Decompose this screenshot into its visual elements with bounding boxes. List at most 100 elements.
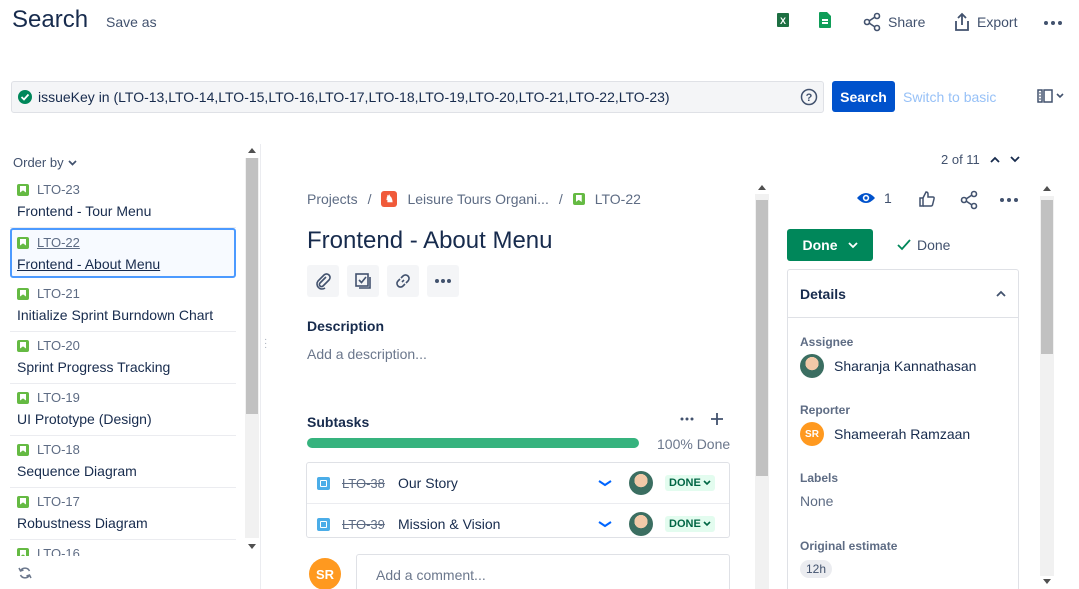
switch-to-basic-link[interactable]: Switch to basic [903,89,996,105]
list-item[interactable]: LTO-23 Frontend - Tour Menu [10,176,236,228]
layout-switcher-icon[interactable] [1037,89,1064,103]
assignee-avatar [629,471,653,495]
subtask-summary[interactable]: Mission & Vision [398,516,588,532]
issue-scrollbar[interactable] [755,182,769,589]
subtask-icon [317,476,330,490]
list-scrollbar[interactable] [245,144,259,554]
avatar [800,354,824,378]
list-item[interactable]: LTO-19 UI Prototype (Design) [10,384,236,436]
more-actions-icon[interactable] [1043,20,1063,26]
table-row[interactable]: LTO-39 Mission & Vision DONE [307,504,729,537]
reporter-field[interactable]: SR Shameerah Ramzaan [800,422,970,446]
subtask-summary[interactable]: Our Story [398,475,588,491]
chevron-up-icon[interactable] [990,156,1000,163]
subtask-key[interactable]: LTO-38 [342,476,386,491]
issue-summary: Sprint Progress Tracking [17,359,171,375]
table-row[interactable]: LTO-38 Our Story DONE [307,463,729,504]
story-icon [17,547,29,556]
status-badge[interactable]: DONE [665,516,715,532]
refresh-icon[interactable] [18,566,32,580]
more-icon[interactable] [999,197,1019,203]
order-by-dropdown[interactable]: Order by [13,155,77,170]
details-header[interactable]: Details [788,270,1018,318]
chevron-down-icon[interactable] [1010,156,1020,163]
share-icon[interactable] [959,190,979,210]
crumb-issue-key[interactable]: LTO-22 [595,191,641,207]
attach-button[interactable] [307,265,339,297]
details-scrollbar[interactable] [1040,182,1054,589]
labels-field[interactable]: None [800,493,833,509]
description-field[interactable]: Add a description... [307,346,427,362]
estimate-value: 12h [800,560,833,578]
assignee-label: Assignee [800,335,854,349]
thumbs-up-icon[interactable] [918,190,936,208]
list-item[interactable]: LTO-18 Sequence Diagram [10,436,236,488]
list-item-selected[interactable]: LTO-22 Frontend - About Menu [10,228,236,278]
progress-label: 100% Done [657,436,731,452]
search-button[interactable]: Search [832,81,895,112]
scroll-up-arrow-icon[interactable] [758,185,766,190]
svg-text:?: ? [806,92,813,104]
resize-handle-icon[interactable]: · · · [264,335,267,353]
save-as-button[interactable]: Save as [106,14,157,30]
list-item[interactable]: LTO-20 Sprint Progress Tracking [10,332,236,384]
scroll-down-arrow-icon[interactable] [1043,579,1051,584]
scroll-thumb[interactable] [1041,200,1053,354]
estimate-field[interactable]: 12h [800,560,833,578]
resolution-label: Done [917,237,951,253]
list-item[interactable]: LTO-21 Initialize Sprint Burndown Chart [10,280,236,332]
scroll-up-arrow-icon[interactable] [1043,186,1051,191]
eye-icon [856,191,876,205]
crumb-projects[interactable]: Projects [307,191,358,207]
link-icon [394,272,412,290]
assignee-avatar [629,512,653,536]
export-icon [953,12,971,32]
export-button[interactable]: Export [953,12,1017,32]
watch-button[interactable]: 1 [856,190,892,206]
story-icon [17,495,29,508]
status-badge[interactable]: DONE [665,475,715,491]
valid-query-icon [18,90,32,104]
labels-label: Labels [800,471,839,485]
checklist-icon [354,272,372,290]
google-sheets-icon[interactable] [819,12,831,28]
status-label: Done [802,237,838,253]
scroll-up-arrow-icon[interactable] [248,148,256,153]
more-icon [434,278,452,284]
project-avatar-icon: ♞ [381,191,398,207]
scroll-thumb[interactable] [756,200,768,476]
subtask-more-icon[interactable] [680,417,694,421]
share-button[interactable]: Share [862,12,925,32]
excel-icon[interactable]: X [776,12,790,28]
issue-key: LTO-17 [37,494,80,509]
help-icon[interactable]: ? [800,88,818,106]
comment-input[interactable]: Add a comment... [356,554,730,589]
share-icon [862,12,882,32]
list-item[interactable]: LTO-17 Robustness Diagram [10,488,236,540]
check-icon [897,239,911,251]
issue-key: LTO-18 [37,442,80,457]
issue-summary: Sequence Diagram [17,463,137,479]
status-dropdown[interactable]: Done [787,229,873,261]
jql-input[interactable]: issueKey in (LTO-13,LTO-14,LTO-15,LTO-16… [11,81,824,113]
issue-title[interactable]: Frontend - About Menu [307,227,552,255]
crumb-project[interactable]: Leisure Tours Organi... [407,191,548,207]
breadcrumb: Projects / ♞ Leisure Tours Organi... / L… [307,191,641,207]
add-subtask-icon[interactable] [710,412,724,426]
order-by-label: Order by [13,155,64,170]
more-tools-button[interactable] [427,265,459,297]
subtask-key[interactable]: LTO-39 [342,517,386,532]
scroll-down-arrow-icon[interactable] [248,544,256,549]
subtask-icon [317,517,330,531]
issue-key: LTO-21 [37,286,80,301]
list-item[interactable]: LTO-16 [10,540,236,556]
chevron-down-icon [67,159,77,166]
chevron-down-icon [847,241,858,249]
add-child-button[interactable] [347,265,379,297]
assignee-field[interactable]: Sharanja Kannathasan [800,354,976,378]
subtasks-label: Subtasks [307,414,370,430]
scroll-thumb[interactable] [246,158,258,414]
link-issue-button[interactable] [387,265,419,297]
pager: 2 of 11 [941,152,1020,167]
pager-text: 2 of 11 [941,152,980,167]
